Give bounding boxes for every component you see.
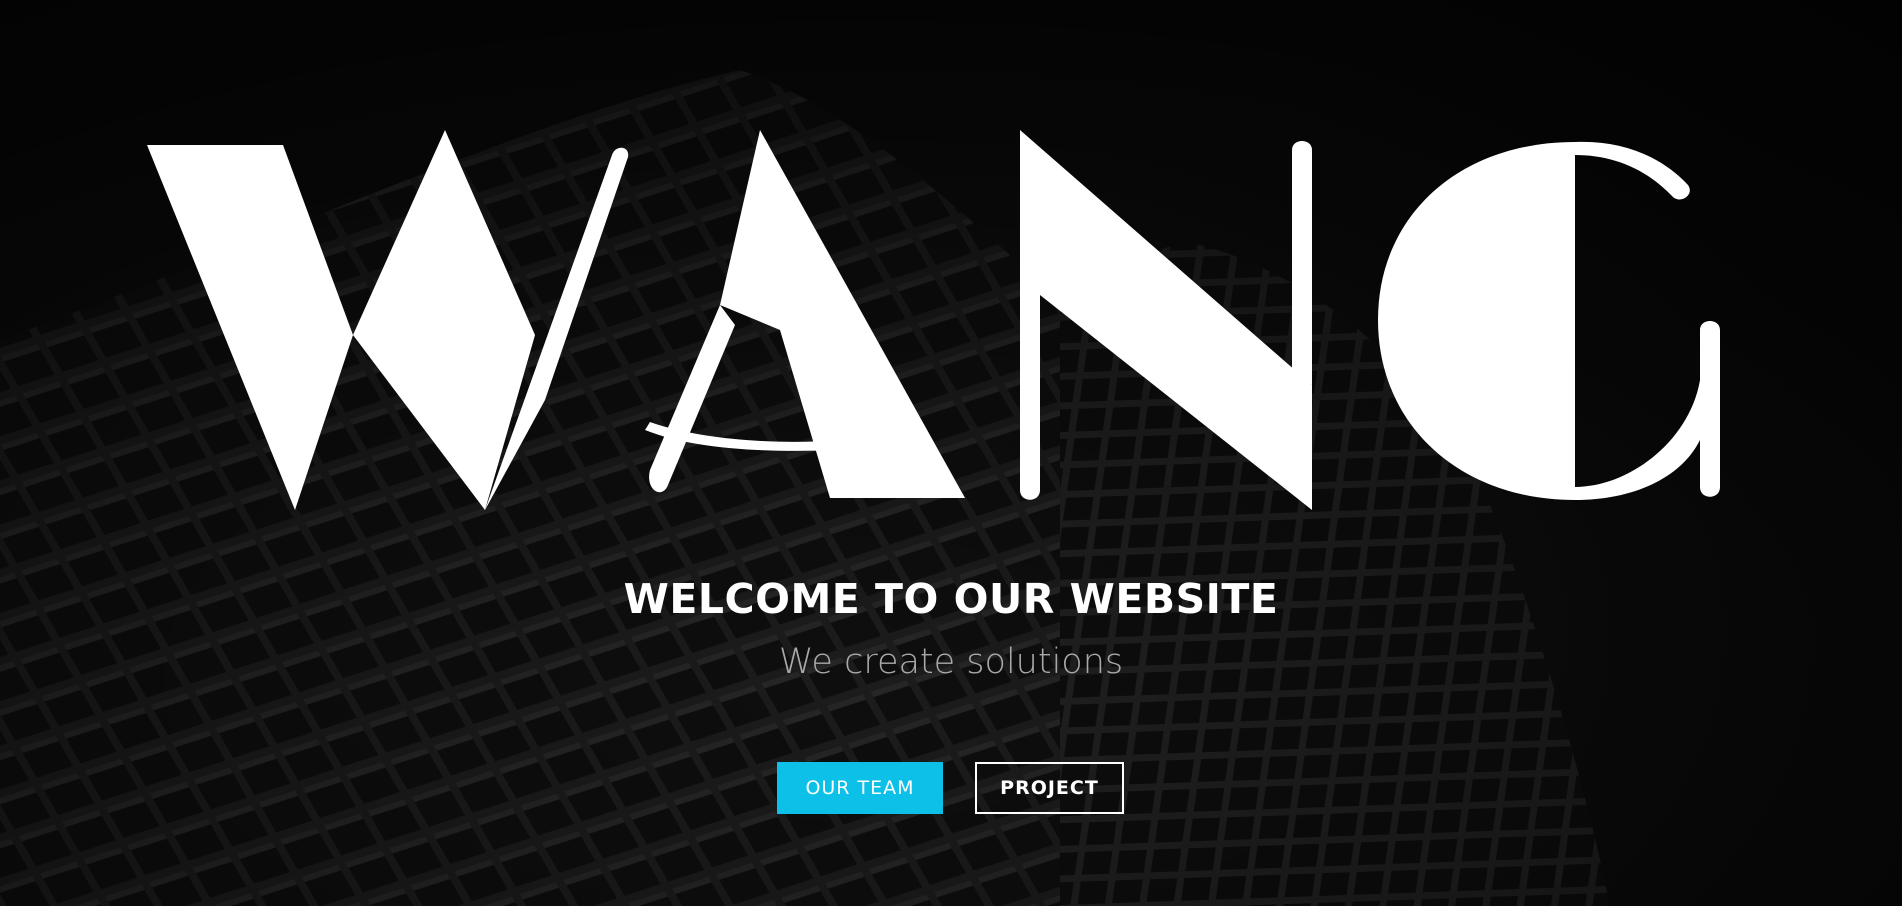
logo-letter-w <box>147 130 629 511</box>
hero-section: WELCOME TO OUR WEBSITE We create solutio… <box>0 0 1902 906</box>
welcome-heading: WELCOME TO OUR WEBSITE <box>623 575 1279 623</box>
tagline: We create solutions <box>778 642 1124 682</box>
our-team-button[interactable]: OUR TEAM <box>777 762 943 814</box>
logo-letter-a <box>645 130 965 498</box>
logo-letter-g <box>1378 141 1720 500</box>
logo-letter-n <box>1020 130 1312 510</box>
project-button[interactable]: PROJECT <box>975 762 1124 814</box>
wang-logo <box>147 130 1720 511</box>
